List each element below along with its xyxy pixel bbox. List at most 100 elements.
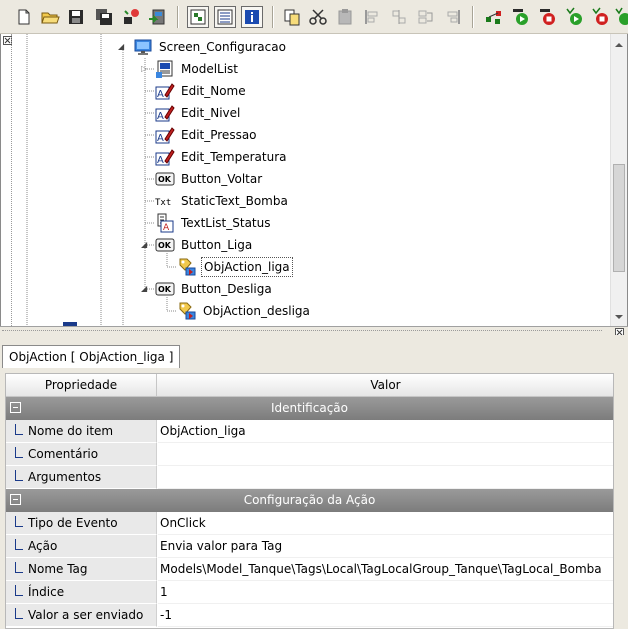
paste-icon[interactable] <box>335 7 355 27</box>
align-right-icon[interactable] <box>416 7 436 27</box>
group-identificacao[interactable]: Identificação <box>6 397 613 420</box>
open-icon[interactable] <box>40 7 60 27</box>
tree-branch-icon <box>15 608 23 619</box>
svg-text:OK: OK <box>158 175 172 184</box>
property-row[interactable]: Nome do item ObjAction_liga <box>6 420 613 443</box>
tree-node-objaction-desliga[interactable]: ObjAction_desliga <box>177 301 312 321</box>
text-list-icon: A <box>155 213 175 233</box>
debug-icon[interactable] <box>484 7 504 27</box>
svg-text:A: A <box>163 223 170 233</box>
property-grid: Propriedade Valor Identificação Nome do … <box>5 373 614 629</box>
scrollbar-thumb[interactable] <box>613 164 625 272</box>
tree-node-screen[interactable]: Screen_Configuracao <box>133 37 288 57</box>
svg-text:Txt: Txt <box>155 198 171 208</box>
property-value[interactable]: OnClick <box>158 512 613 535</box>
svg-text:A: A <box>157 133 164 144</box>
tree-branch-icon <box>15 585 23 596</box>
property-row[interactable]: Índice 1 <box>6 581 613 604</box>
svg-text:OK: OK <box>158 241 172 250</box>
tree-node-edit-nivel[interactable]: A Edit_Nivel <box>155 103 242 123</box>
tree-branch-icon <box>15 539 23 550</box>
tree-node-statictext-bomba[interactable]: Txt StaticText_Bomba <box>155 191 290 211</box>
deploy-icon[interactable] <box>147 7 167 27</box>
scroll-down-icon[interactable] <box>614 312 624 322</box>
property-row[interactable]: Nome Tag Models\Model_Tanque\Tags\Local\… <box>6 558 613 581</box>
edit-field-icon: A <box>155 81 175 101</box>
run-step-icon[interactable] <box>615 7 628 27</box>
property-row[interactable]: Valor a ser enviado -1 <box>6 604 613 627</box>
cut-icon[interactable] <box>308 7 328 27</box>
expand-icon[interactable]: ▷ <box>141 65 149 73</box>
tree-branch-icon <box>15 447 23 458</box>
property-grid-header: Propriedade Valor <box>6 374 613 397</box>
modellist-icon <box>155 59 175 79</box>
edit-field-icon: A <box>155 103 175 123</box>
tree-branch-icon <box>15 470 23 481</box>
property-row[interactable]: Comentário <box>6 443 613 466</box>
align-left-icon[interactable] <box>362 7 382 27</box>
property-value[interactable]: Models\Model_Tanque\Tags\Local\TagLocalG… <box>158 558 613 581</box>
align-top-icon[interactable] <box>443 7 463 27</box>
property-value[interactable]: Envia valor para Tag <box>158 535 613 558</box>
save-icon[interactable] <box>66 7 86 27</box>
build-icon[interactable] <box>121 7 141 27</box>
ok-button-icon: OK <box>155 279 175 299</box>
collapse-icon[interactable]: ◢ <box>118 43 126 51</box>
save-all-icon[interactable] <box>94 7 114 27</box>
run-icon[interactable] <box>511 7 531 27</box>
property-value[interactable]: 1 <box>158 581 613 604</box>
property-value[interactable]: -1 <box>158 604 613 627</box>
screen-icon <box>133 37 153 57</box>
property-value[interactable] <box>158 443 613 466</box>
tree-node-edit-pressao[interactable]: A Edit_Pressao <box>155 125 259 145</box>
tree-node-textlist-status[interactable]: A TextList_Status <box>155 213 272 233</box>
svg-text:OK: OK <box>158 285 172 294</box>
align-center-icon[interactable] <box>389 7 409 27</box>
edit-field-icon: A <box>155 125 175 145</box>
column-header-property[interactable]: Propriedade <box>6 374 157 396</box>
info-icon[interactable] <box>241 6 263 28</box>
panel-splitter[interactable] <box>0 326 628 337</box>
obj-action-icon <box>177 257 197 277</box>
stop-verify-icon[interactable] <box>591 7 611 27</box>
view-tree-icon[interactable] <box>187 6 209 28</box>
new-icon[interactable] <box>14 7 34 27</box>
collapse-icon[interactable]: ◢ <box>141 285 149 293</box>
property-row[interactable]: Argumentos <box>6 466 613 489</box>
properties-panel: ObjAction [ ObjAction_liga ] Propriedade… <box>0 335 628 629</box>
ok-button-icon: OK <box>155 235 175 255</box>
property-row[interactable]: Ação Envia valor para Tag <box>6 535 613 558</box>
tree-vertical-scrollbar[interactable] <box>610 34 627 326</box>
run-verify-icon[interactable] <box>565 7 585 27</box>
property-value[interactable]: ObjAction_liga <box>158 420 613 443</box>
properties-tab[interactable]: ObjAction [ ObjAction_liga ] <box>2 345 181 368</box>
project-tree-panel: ◢ ▷ ◢ ◢ Screen_Configuracao ModelList A … <box>0 34 628 326</box>
stop-icon[interactable] <box>538 7 558 27</box>
tree-node-edit-temperatura[interactable]: A Edit_Temperatura <box>155 147 289 167</box>
tree-node-button-voltar[interactable]: OK Button_Voltar <box>155 169 264 189</box>
svg-text:A: A <box>157 155 164 166</box>
collapse-icon[interactable]: ◢ <box>141 241 149 249</box>
view-list-icon[interactable] <box>214 6 236 28</box>
property-row[interactable]: Tipo de Evento OnClick <box>6 512 613 535</box>
tree-node-button-liga[interactable]: OK Button_Liga <box>155 235 254 255</box>
edit-field-icon: A <box>155 147 175 167</box>
tree-branch-icon <box>15 516 23 527</box>
tree-node-edit-nome[interactable]: A Edit_Nome <box>155 81 248 101</box>
tree-branch-icon <box>15 424 23 435</box>
scroll-up-icon[interactable] <box>614 40 624 50</box>
column-header-value[interactable]: Valor <box>158 374 613 396</box>
toolbar <box>0 0 628 34</box>
svg-text:A: A <box>157 111 164 122</box>
tree-node-modellist[interactable]: ModelList <box>155 59 240 79</box>
tree-node-button-desliga[interactable]: OK Button_Desliga <box>155 279 274 299</box>
tree-connector-lines <box>26 34 177 326</box>
copy-icon[interactable] <box>282 7 302 27</box>
static-text-icon: Txt <box>155 191 175 211</box>
tree-branch-icon <box>15 562 23 573</box>
ok-button-icon: OK <box>155 169 175 189</box>
tree-node-objaction-liga[interactable]: ObjAction_liga <box>177 257 293 277</box>
svg-text:A: A <box>157 89 164 100</box>
property-value[interactable] <box>158 466 613 489</box>
group-configuracao-da-acao[interactable]: Configuração da Ação <box>6 489 613 512</box>
